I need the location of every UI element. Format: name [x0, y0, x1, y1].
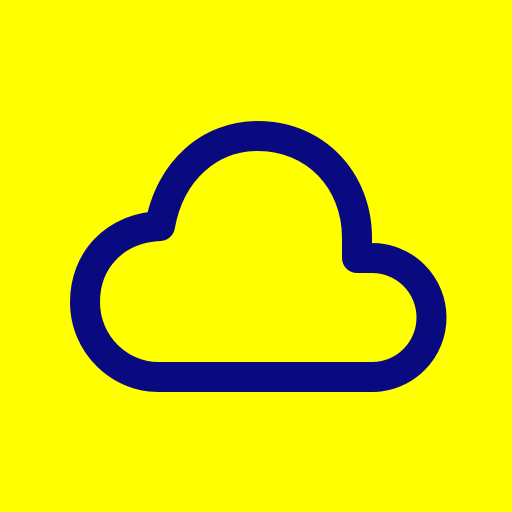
cloud-icon: [70, 121, 447, 392]
cloud-outline: [70, 121, 447, 392]
icon-canvas: [0, 0, 512, 512]
